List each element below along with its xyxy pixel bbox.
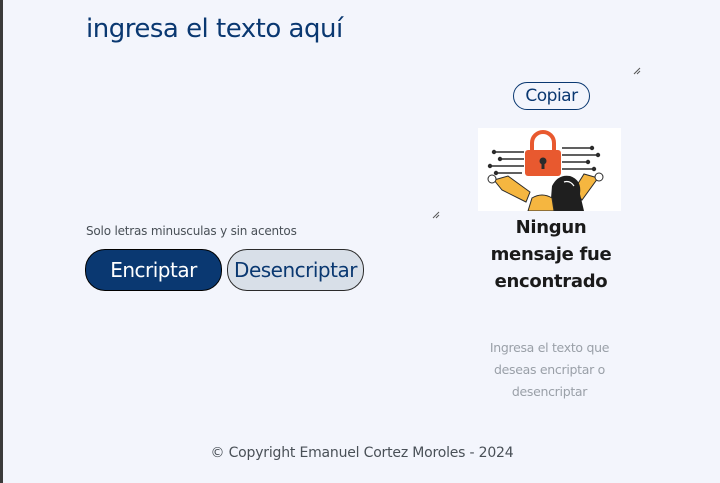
text-input[interactable] <box>84 6 438 218</box>
window-left-border <box>0 0 3 483</box>
output-textarea[interactable] <box>468 66 644 80</box>
no-message-title: Ningun mensaje fue encontrado <box>490 217 612 292</box>
footer-copyright: © Copyright Emanuel Cortez Moroles - 202… <box>210 445 514 461</box>
resize-handle-icon[interactable] <box>432 211 440 219</box>
no-message-subtitle: Ingresa el texto que deseas encriptar o … <box>489 340 610 399</box>
input-hint: Solo letras minusculas y sin acentos <box>86 224 297 238</box>
resize-handle-icon[interactable] <box>633 67 641 75</box>
decrypt-button[interactable]: Desencriptar <box>227 249 364 291</box>
encrypt-button[interactable]: Encriptar <box>85 249 222 291</box>
lock-illustration-icon <box>478 128 621 212</box>
copy-button[interactable]: Copiar <box>513 82 590 110</box>
